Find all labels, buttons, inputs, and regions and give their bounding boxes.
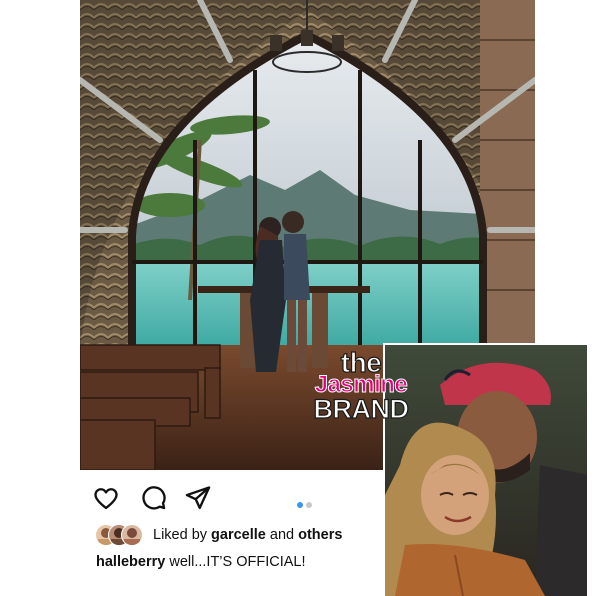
post-caption: halleberry well...IT’S OFFICIAL!: [96, 554, 306, 570]
carousel-indicator: [297, 495, 315, 513]
caption-text: well...IT’S OFFICIAL!: [165, 554, 306, 570]
paper-plane-icon[interactable]: [184, 484, 212, 512]
caption-username-link[interactable]: halleberry: [96, 554, 165, 570]
avatar: [121, 524, 143, 546]
carousel-dot: [306, 502, 312, 508]
post-action-bar: [92, 484, 382, 514]
likes-connector: and: [265, 527, 299, 543]
likes-row: Liked by garcelle and others: [95, 523, 385, 547]
likes-text: Liked by garcelle and others: [153, 527, 342, 543]
liker-avatars[interactable]: [95, 524, 155, 546]
carousel-dot-active: [297, 502, 303, 508]
liker-username-link[interactable]: garcelle: [211, 527, 266, 543]
comment-bubble-icon[interactable]: [139, 484, 167, 512]
watermark-jasmine: Jasmine: [314, 371, 408, 398]
heart-outline-icon[interactable]: [92, 484, 120, 512]
likes-others-link[interactable]: others: [298, 527, 342, 543]
brand-watermark: the Jasmine BRAND: [296, 348, 426, 424]
likes-prefix: Liked by: [153, 527, 212, 543]
watermark-brand: BRAND: [313, 394, 410, 424]
